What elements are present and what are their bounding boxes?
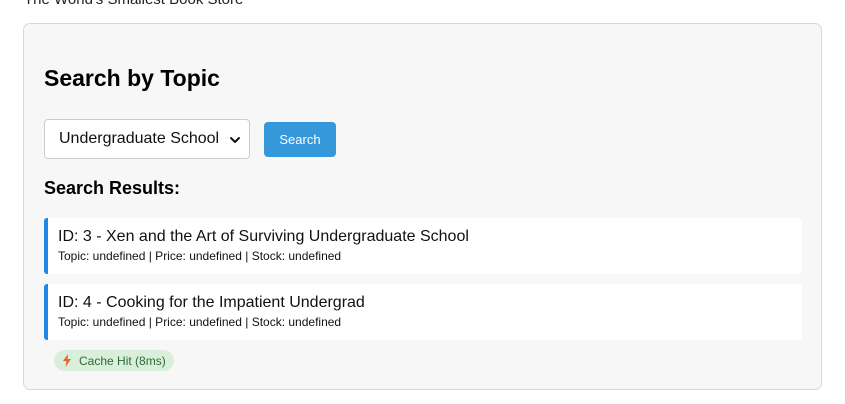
cache-status-label: Cache Hit (8ms): [79, 353, 166, 368]
lightning-bolt-icon: [62, 354, 72, 367]
result-item: ID: 3 - Xen and the Art of Surviving Und…: [44, 218, 802, 274]
result-item: ID: 4 - Cooking for the Impatient Underg…: [44, 284, 802, 340]
search-controls: Undergraduate School Search: [44, 119, 336, 159]
topic-select-value: Undergraduate School: [59, 130, 220, 147]
cache-status-badge: Cache Hit (8ms): [54, 350, 174, 371]
result-title: ID: 4 - Cooking for the Impatient Underg…: [58, 294, 365, 311]
result-meta: Topic: undefined | Price: undefined | St…: [58, 315, 342, 329]
chevron-down-icon: [229, 133, 241, 145]
result-title: ID: 3 - Xen and the Art of Surviving Und…: [58, 228, 469, 245]
panel-title: Search by Topic: [44, 65, 220, 91]
results-heading: Search Results:: [44, 178, 181, 198]
search-button[interactable]: Search: [264, 121, 336, 157]
search-panel: Search by Topic Undergraduate School Sea…: [23, 23, 822, 390]
site-title: The World's Smallest Book Store: [24, 0, 243, 8]
topic-select[interactable]: Undergraduate School: [44, 119, 250, 159]
result-meta: Topic: undefined | Price: undefined | St…: [58, 249, 342, 263]
